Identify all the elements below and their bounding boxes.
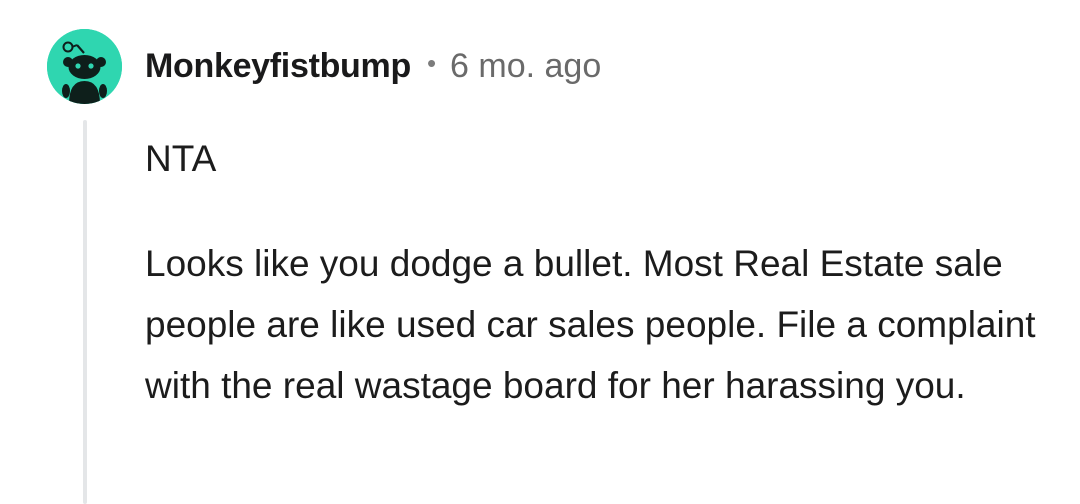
separator-dot: • [426, 47, 437, 78]
author-username[interactable]: Monkeyfistbump [145, 47, 411, 86]
comment-paragraph: Looks like you dodge a bullet. Most Real… [145, 243, 1036, 406]
thread-collapse-line[interactable] [83, 120, 87, 504]
user-avatar[interactable] [47, 29, 122, 104]
comment-paragraph: NTA [145, 138, 217, 179]
comment-header: Monkeyfistbump • 6 mo. ago [145, 42, 601, 90]
comment: Monkeyfistbump • 6 mo. ago NTA Looks lik… [0, 0, 1080, 504]
comment-body: NTA Looks like you dodge a bullet. Most … [145, 128, 1045, 416]
comment-timestamp[interactable]: 6 mo. ago [450, 47, 601, 86]
snoo-avatar-icon [47, 29, 122, 104]
